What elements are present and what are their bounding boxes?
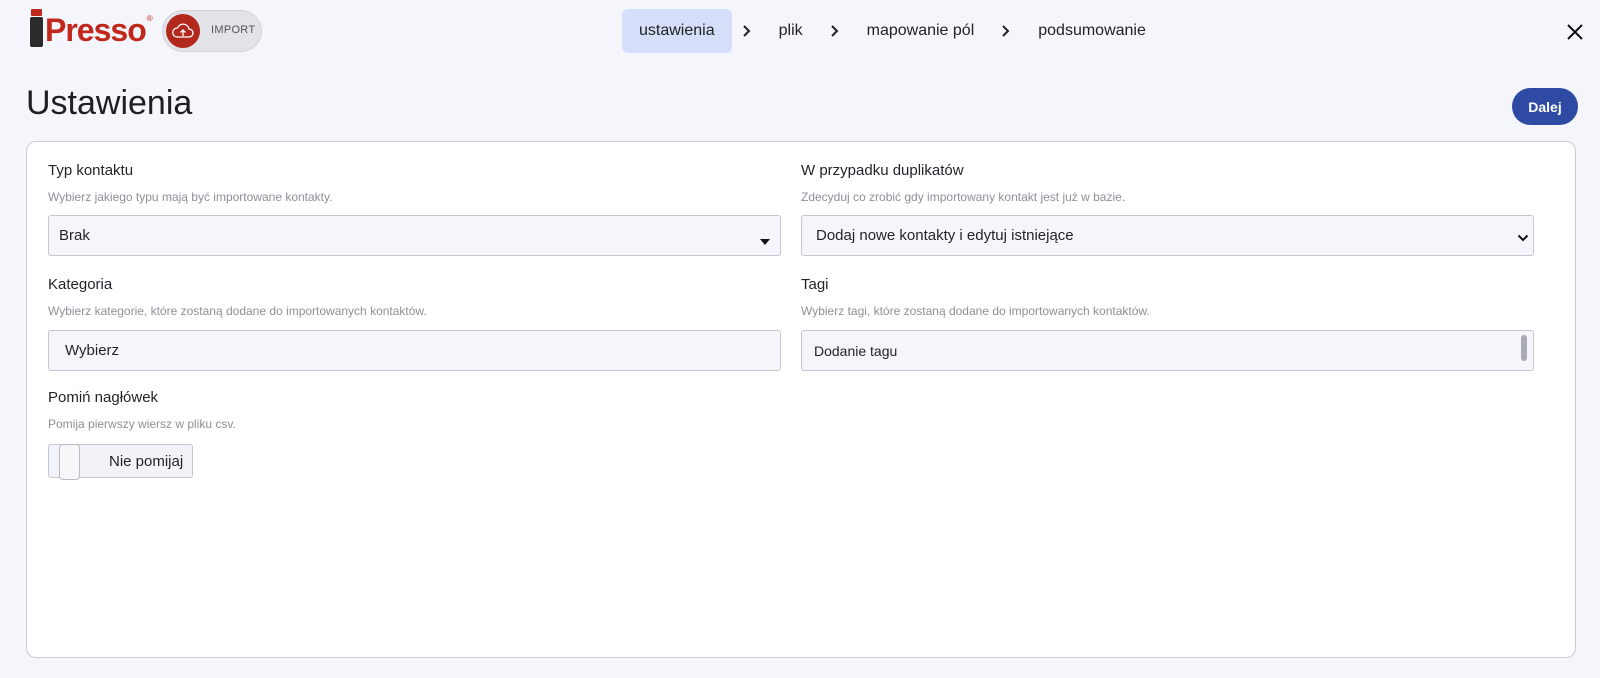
logo-text: Presso [45,11,147,48]
contact-type-field: Typ kontaktu Wybierz jakiego typu mają b… [48,162,781,204]
scrollbar-thumb[interactable] [1521,335,1527,361]
duplicates-label: W przypadku duplikatów [801,162,964,179]
step-label: mapowanie pól [866,22,975,39]
category-placeholder: Wybierz [65,342,120,359]
cloud-upload-icon [166,14,200,48]
category-multiselect[interactable]: Wybierz [48,330,781,371]
step-plik[interactable]: plik [762,9,820,53]
step-ustawienia[interactable]: ustawienia [622,9,732,53]
tags-field: Tagi Wybierz tagi, które zostaną dodane … [801,276,1534,318]
contact-type-label: Typ kontaktu [48,162,134,179]
skip-header-toggle[interactable]: Nie pomijaj [48,444,193,480]
category-help: Wybierz kategorie, które zostaną dodane … [48,304,427,318]
caret-down-icon [760,232,770,250]
next-button[interactable]: Dalej [1512,88,1578,125]
duplicates-value: Dodaj nowe kontakty i edytuj istniejące [816,227,1074,244]
page-title: Ustawienia [26,84,193,122]
import-badge: IMPORT [162,10,262,52]
duplicates-select[interactable]: Dodaj nowe kontakty i edytuj istniejące [801,215,1534,256]
wizard-steps: ustawienia plik mapowanie pól podsumowan… [622,9,1163,53]
skip-header-label: Pomiń nagłówek [48,389,159,406]
contact-type-value: Brak [59,227,90,244]
duplicates-help: Zdecyduj co zrobić gdy importowany konta… [801,190,1126,204]
settings-card: Typ kontaktu Wybierz jakiego typu mają b… [26,141,1576,658]
ipresso-logo[interactable]: Presso ® [30,9,153,50]
step-label: plik [778,22,803,39]
step-label: ustawienia [639,22,715,39]
close-icon[interactable] [1566,23,1584,41]
tags-input[interactable]: Dodanie tagu [801,330,1534,371]
step-mapowanie-pol[interactable]: mapowanie pól [850,9,992,53]
tags-help: Wybierz tagi, które zostaną dodane do im… [801,304,1150,318]
step-label: podsumowanie [1038,22,1146,39]
duplicates-field: W przypadku duplikatów Zdecyduj co zrobi… [801,162,1534,204]
tags-placeholder: Dodanie tagu [814,342,898,359]
chevron-right-icon [732,24,762,38]
chevron-right-icon [820,24,850,38]
import-label: IMPORT [211,24,256,36]
skip-header-field: Pomiń nagłówek Pomija pierwszy wiersz w … [48,389,448,431]
toggle-state-text: Nie pomijaj [109,453,184,470]
chevron-down-icon [1517,230,1529,248]
chevron-right-icon [991,24,1021,38]
category-field: Kategoria Wybierz kategorie, które zosta… [48,276,781,318]
tags-label: Tagi [801,276,829,293]
registered-mark: ® [146,13,153,23]
contact-type-select[interactable]: Brak [48,215,781,256]
toggle-knob[interactable] [59,444,80,480]
step-podsumowanie[interactable]: podsumowanie [1021,9,1163,53]
top-bar: Presso ® IMPORT ustawienia plik mapowani… [0,0,1600,62]
contact-type-help: Wybierz jakiego typu mają być importowan… [48,190,333,204]
skip-header-help: Pomija pierwszy wiersz w pliku csv. [48,417,236,431]
category-label: Kategoria [48,276,113,293]
logo-i-mark [30,9,43,47]
